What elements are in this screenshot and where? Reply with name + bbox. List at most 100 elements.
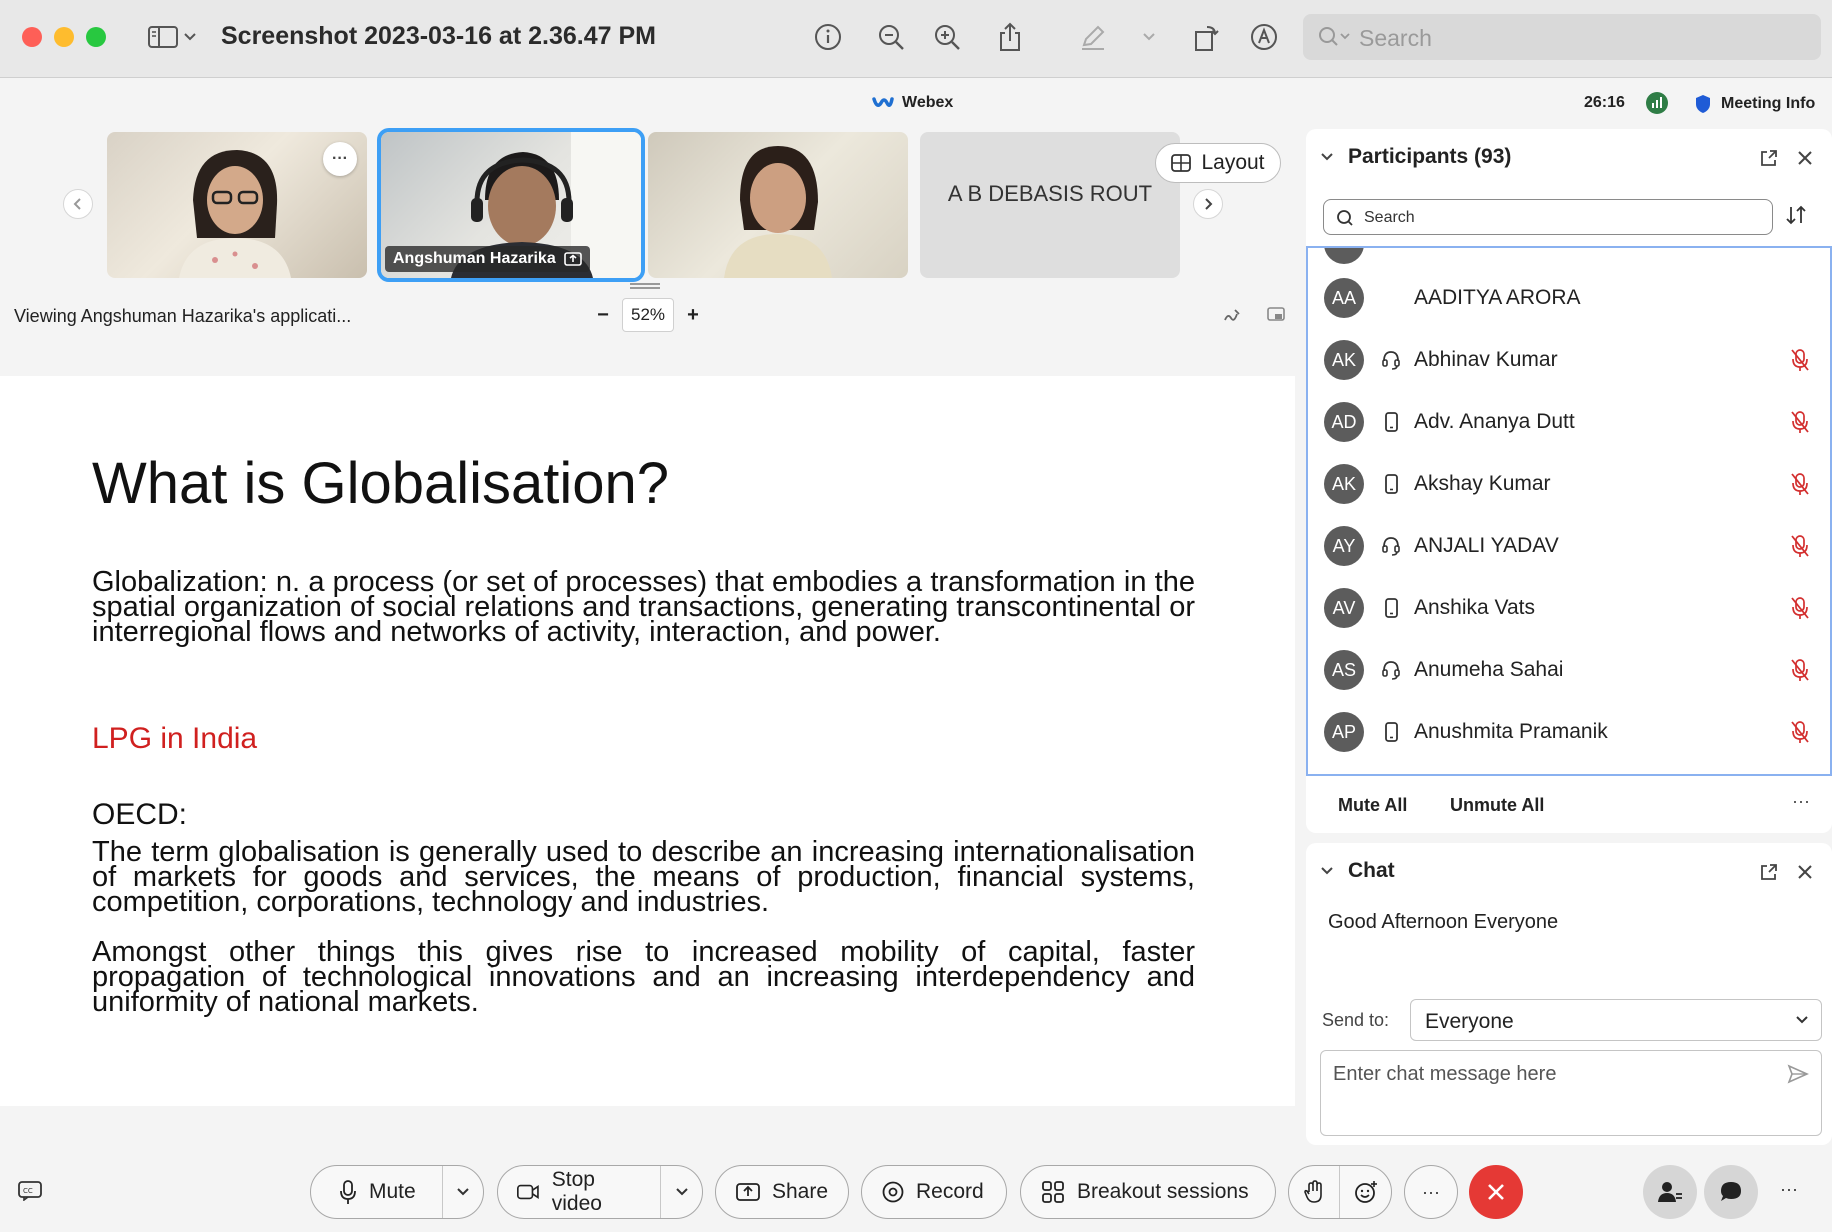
participants-more-button[interactable]: ··· — [1792, 791, 1810, 812]
muted-microphone-icon[interactable] — [1790, 348, 1812, 372]
leave-meeting-button[interactable] — [1469, 1165, 1523, 1219]
sharing-icon — [563, 252, 582, 266]
participants-header[interactable]: Participants (93) — [1320, 145, 1511, 169]
participant-row[interactable]: AP Anushmita Pramanik — [1308, 702, 1830, 764]
share-button[interactable]: Share — [715, 1165, 849, 1219]
send-to-select[interactable]: Everyone — [1410, 999, 1822, 1041]
participant-row[interactable]: AV Anshika Vats — [1308, 578, 1830, 640]
participant-name: Anumeha Sahai — [1414, 658, 1564, 681]
slide-oecd-heading: OECD: — [92, 798, 188, 831]
participant-row[interactable]: AS Anumeha Sahai — [1308, 640, 1830, 702]
mute-all-button[interactable]: Mute All — [1338, 795, 1407, 816]
popout-share-icon[interactable] — [1266, 305, 1286, 330]
chat-header[interactable]: Chat — [1320, 859, 1395, 883]
mobile-phone-icon — [1381, 721, 1401, 743]
video-name-chip: Angshuman Hazarika — [385, 246, 590, 272]
video-tile-participant-2[interactable]: Angshuman Hazarika — [377, 128, 645, 282]
audio-options-dropdown[interactable] — [441, 1166, 483, 1218]
slide-oecd-text-2: Amongst other things this gives rise to … — [92, 936, 1195, 1018]
video-tile-participant-1[interactable]: ··· — [107, 132, 367, 278]
zoom-window-button[interactable] — [86, 27, 106, 47]
chat-panel-button[interactable] — [1704, 1165, 1758, 1219]
video-tile-participant-3[interactable] — [648, 132, 908, 278]
meeting-info-button[interactable]: Meeting Info — [1695, 94, 1815, 114]
record-button[interactable]: Record — [861, 1165, 1007, 1219]
participant-row[interactable]: AA AADITYA ARORA — [1308, 268, 1830, 330]
video-options-dropdown[interactable] — [660, 1166, 702, 1218]
meeting-timer: 26:16 — [1584, 94, 1625, 111]
video-prev-arrow[interactable] — [63, 189, 93, 219]
rotate-icon[interactable] — [1190, 20, 1224, 54]
popout-icon[interactable] — [1758, 861, 1780, 883]
share-label: Share — [772, 1180, 829, 1203]
muted-microphone-icon[interactable] — [1790, 720, 1812, 744]
mute-label: Mute — [369, 1180, 416, 1203]
reactions-group — [1288, 1165, 1392, 1219]
participant-list[interactable]: AA AADITYA ARORA AK Abhinav Kumar AD Adv. Ana… — [1306, 246, 1832, 776]
close-icon[interactable] — [1794, 861, 1816, 883]
reactions-button[interactable] — [1340, 1166, 1391, 1218]
zoom-level[interactable]: 52% — [622, 298, 674, 332]
muted-microphone-icon[interactable] — [1790, 410, 1812, 434]
video-more-button[interactable]: ··· — [323, 142, 357, 176]
chevron-down-icon[interactable] — [180, 20, 200, 54]
close-icon[interactable] — [1794, 147, 1816, 169]
more-options-button[interactable]: ··· — [1404, 1165, 1458, 1219]
webex-app-name: Webex — [902, 94, 954, 111]
annotate-icon[interactable] — [1247, 20, 1281, 54]
zoom-in-icon[interactable] — [930, 20, 964, 54]
close-icon — [1488, 1184, 1504, 1200]
markup-chevron-icon[interactable] — [1132, 20, 1166, 54]
participant-avatar: AK — [1324, 464, 1364, 504]
participant-row[interactable]: AD Adv. Ananya Dutt — [1308, 392, 1830, 454]
layout-button[interactable]: Layout — [1155, 143, 1281, 183]
closed-captions-icon[interactable]: CC — [18, 1181, 42, 1202]
participant-name: Abhinav Kumar — [1414, 348, 1558, 371]
share-info-row: Viewing Angshuman Hazarika's applicati..… — [0, 295, 1300, 337]
sort-icon[interactable] — [1784, 203, 1812, 231]
minimize-window-button[interactable] — [54, 27, 74, 47]
mobile-phone-icon — [1381, 473, 1401, 495]
raise-hand-button[interactable] — [1289, 1166, 1341, 1218]
chevron-down-icon — [676, 1188, 688, 1196]
zoom-out-icon[interactable] — [874, 20, 908, 54]
unmute-all-button[interactable]: Unmute All — [1450, 795, 1544, 816]
video-next-arrow[interactable] — [1193, 189, 1223, 219]
search-input[interactable]: Search — [1303, 14, 1821, 60]
resize-handle[interactable] — [630, 283, 660, 289]
breakout-sessions-button[interactable]: Breakout sessions — [1020, 1165, 1276, 1219]
participants-panel-button[interactable] — [1643, 1165, 1697, 1219]
muted-microphone-icon[interactable] — [1790, 658, 1812, 682]
participant-search-input[interactable]: Search — [1323, 199, 1773, 235]
markup-pen-icon[interactable] — [1076, 20, 1110, 54]
video-tile-participant-4[interactable]: A B DEBASIS ROUT — [920, 132, 1180, 278]
network-signal-icon[interactable] — [1646, 92, 1668, 114]
info-icon[interactable] — [811, 20, 845, 54]
annotate-share-icon[interactable] — [1222, 305, 1242, 330]
slide-oecd-text: The term globalisation is generally used… — [92, 836, 1195, 918]
share-icon[interactable] — [993, 20, 1027, 54]
slide-lpg-link[interactable]: LPG in India — [92, 722, 257, 756]
stop-video-button[interactable]: Stop video — [498, 1166, 660, 1218]
participant-row[interactable]: AY ANJALI YADAV — [1308, 516, 1830, 578]
chat-message: Good Afternoon Everyone — [1328, 911, 1559, 933]
more-controls-button[interactable]: ··· — [1780, 1179, 1798, 1200]
participant-avatar: AV — [1324, 588, 1364, 628]
stop-video-label: Stop video — [551, 1168, 602, 1215]
close-window-button[interactable] — [22, 27, 42, 47]
window-title: Screenshot 2023-03-16 at 2.36.47 PM — [221, 22, 656, 50]
participant-search-placeholder: Search — [1364, 209, 1415, 226]
muted-microphone-icon[interactable] — [1790, 472, 1812, 496]
search-icon — [1337, 210, 1353, 226]
sidebar-toggle-icon[interactable] — [146, 20, 180, 54]
muted-microphone-icon[interactable] — [1790, 596, 1812, 620]
mute-button[interactable]: Mute — [311, 1166, 442, 1218]
layout-label: Layout — [1201, 151, 1265, 174]
popout-icon[interactable] — [1758, 147, 1780, 169]
chat-message-input[interactable]: Enter chat message here — [1320, 1050, 1822, 1136]
zoom-in-button[interactable]: + — [684, 304, 702, 327]
participant-row[interactable]: AK Abhinav Kumar — [1308, 330, 1830, 392]
participant-row[interactable]: AK Akshay Kumar — [1308, 454, 1830, 516]
zoom-out-button[interactable]: − — [594, 304, 612, 327]
muted-microphone-icon[interactable] — [1790, 534, 1812, 558]
